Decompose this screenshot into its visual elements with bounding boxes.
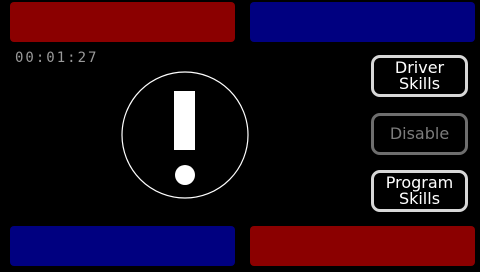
program-skills-button[interactable]: Program Skills	[371, 170, 468, 212]
driver-skills-button[interactable]: Driver Skills	[371, 55, 468, 97]
disable-label: Disable	[389, 124, 450, 143]
disable-button[interactable]: Disable	[371, 113, 468, 155]
blue-alliance-bar-top[interactable]	[250, 2, 475, 42]
match-timer: 00:01:27	[15, 50, 99, 66]
program-skills-label-line2: Skills	[398, 189, 441, 208]
driver-skills-label-line2: Skills	[398, 74, 441, 93]
red-alliance-bar-top[interactable]	[10, 2, 235, 42]
screen: 00:01:27 Driver Skills Disable Program S…	[0, 0, 480, 272]
red-alliance-bar-bottom[interactable]	[250, 226, 475, 266]
exclamation-icon	[121, 71, 249, 199]
blue-alliance-bar-bottom[interactable]	[10, 226, 235, 266]
